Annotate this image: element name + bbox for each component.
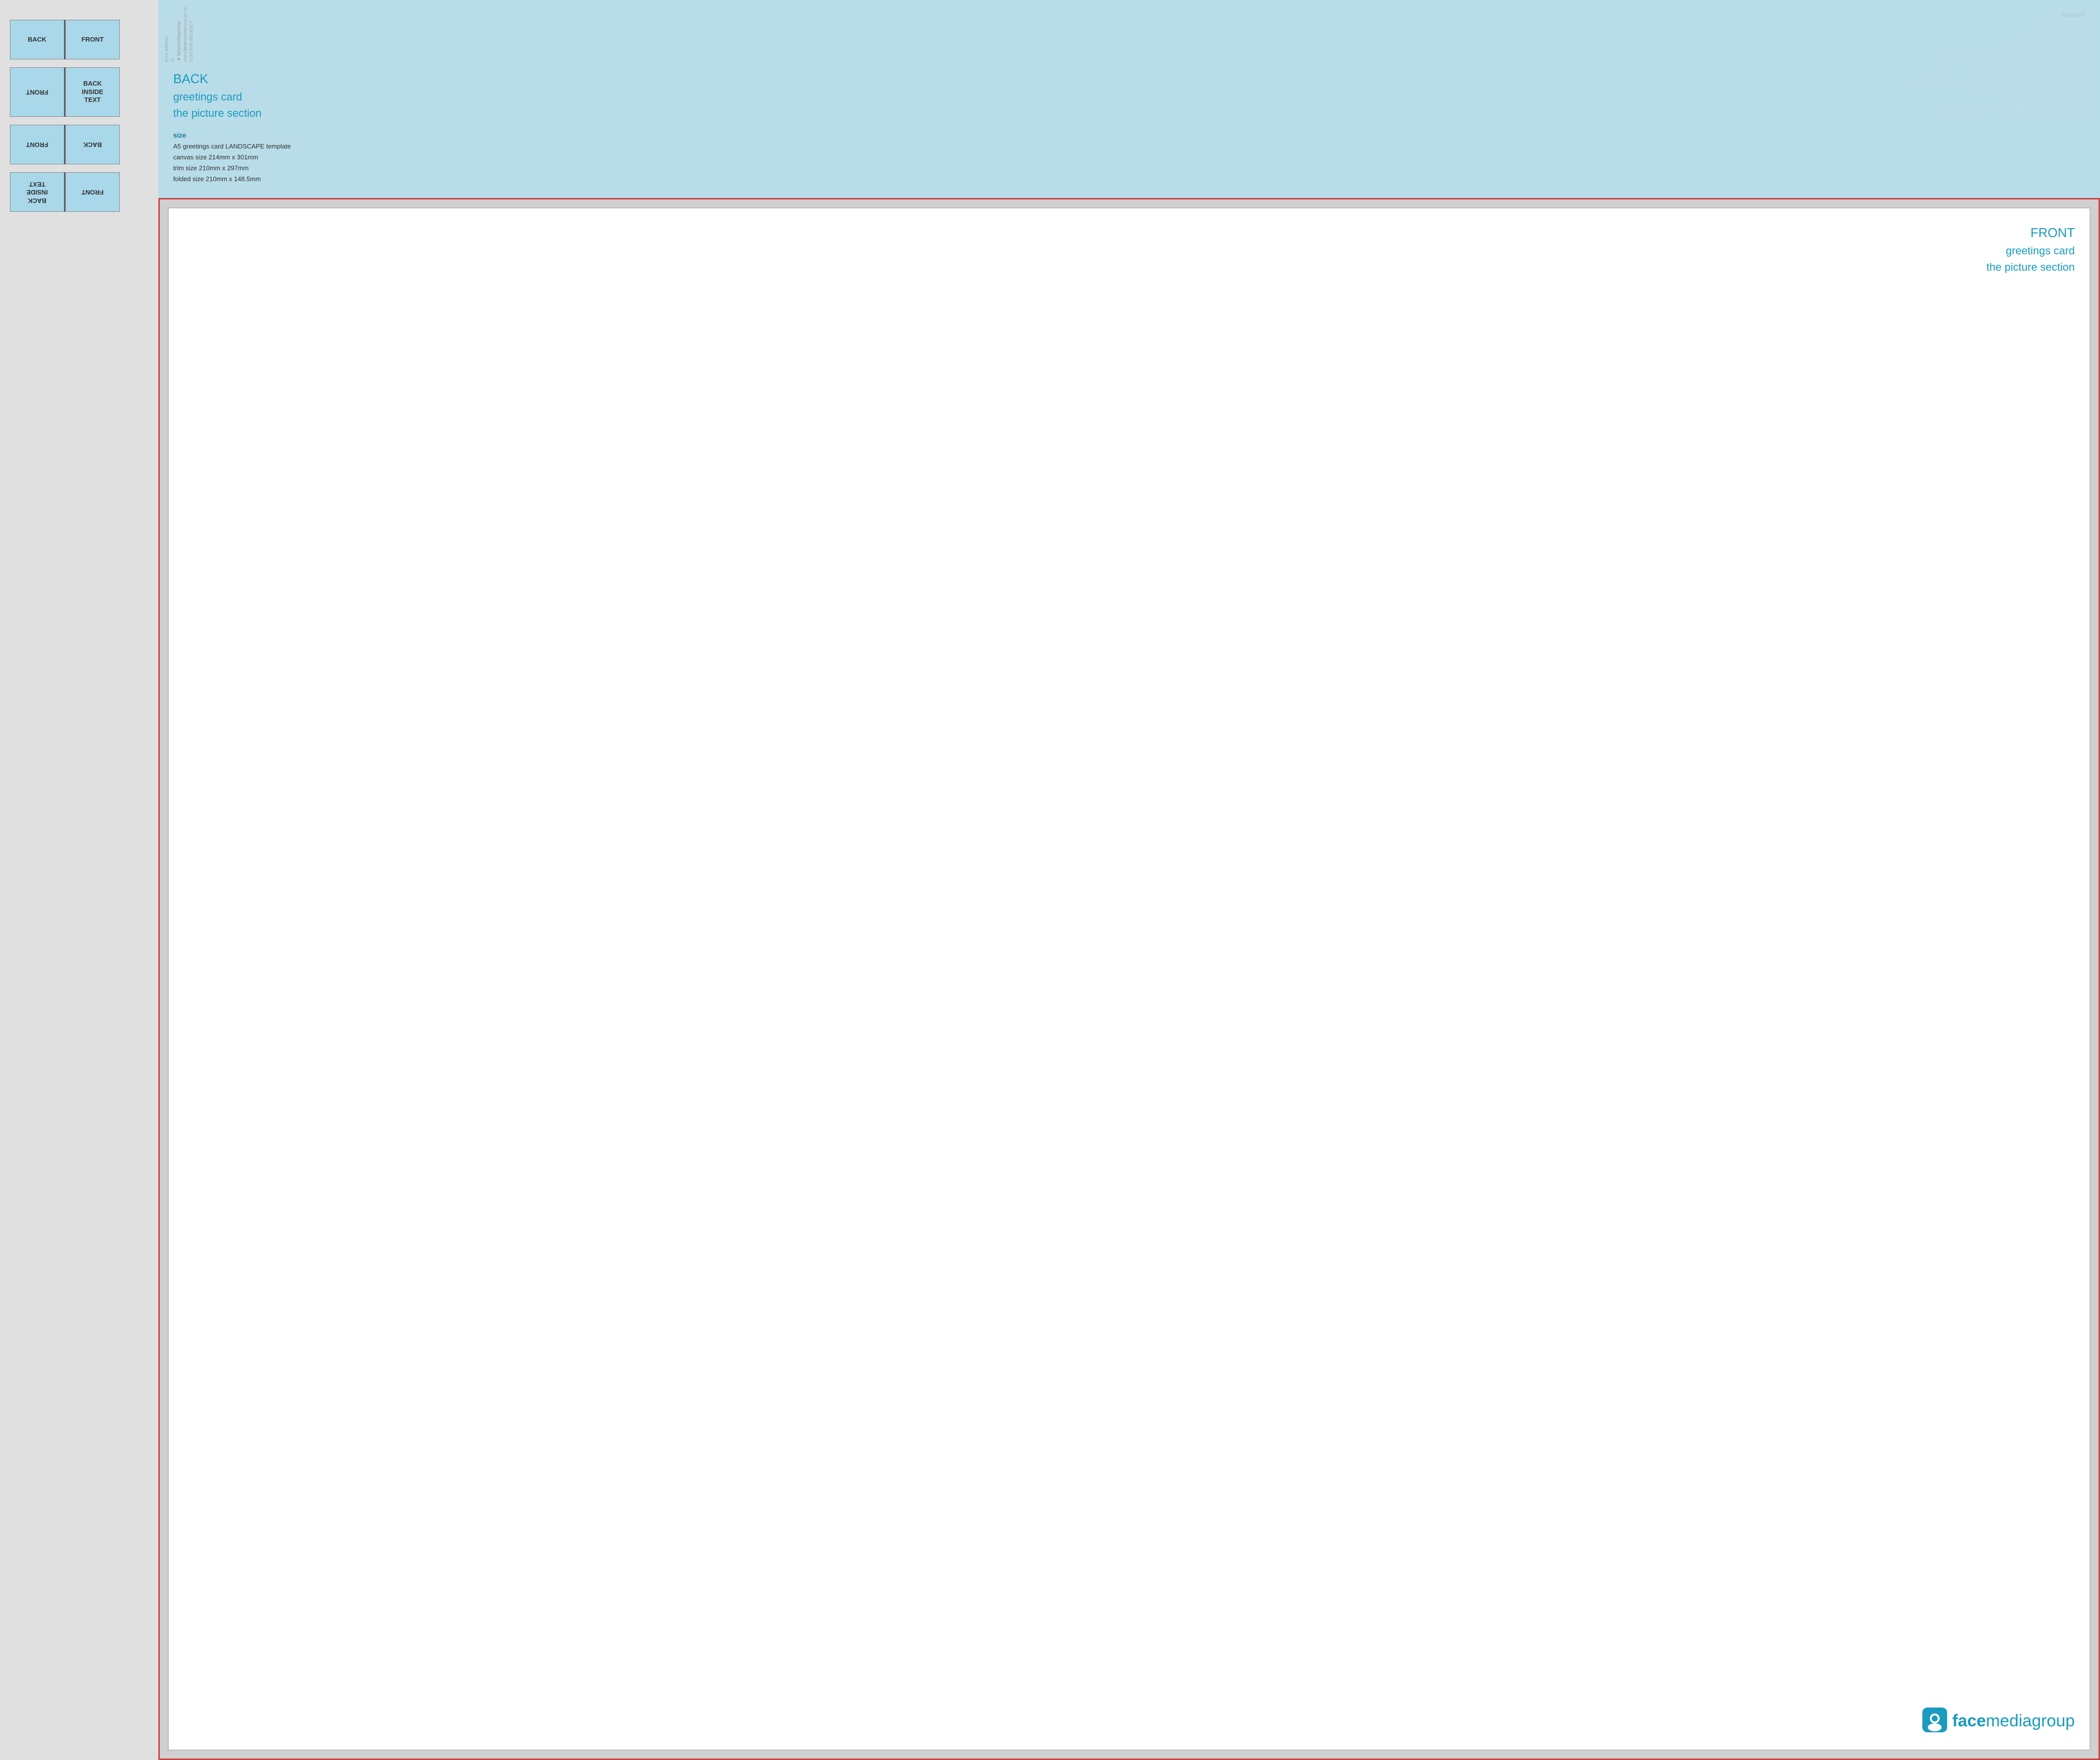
card-preview-area: FRONT greetings card the picture section [158,198,2100,1760]
left-panel: BACK FRONT FRONT BACK INSIDE TEXT FRONT … [0,0,158,1760]
branding-rotated: print address to ■ facemediagroup www.fa… [163,7,194,62]
info-area: print address to ■ facemediagroup www.fa… [158,0,2100,198]
thumbnail-row-1: BACK FRONT [10,20,148,59]
thumbnail-row-2: FRONT BACK INSIDE TEXT [10,67,148,117]
thumb-back-2: BACK [65,125,120,164]
card-greetings-label: greetings card [1986,243,2075,259]
logo-face: face [1952,1711,1986,1730]
size-title: size [173,131,2085,139]
card-preview: FRONT greetings card the picture section [168,207,2091,1751]
thumbnail-row-3: FRONT BACK [10,125,148,164]
card-preview-labels: FRONT greetings card the picture section [1986,223,2075,275]
card-picture-label: the picture section [1986,259,2075,275]
thumbnail-row-4: BACK INSIDE TEXT FRONT [10,172,148,212]
artwork-title: artwork [1918,10,2085,20]
info-labels: BACK greetings card the picture section [173,69,2085,121]
size-line-1: A5 greetings card LANDSCAPE template [173,141,2085,152]
size-section: size A5 greetings card LANDSCAPE templat… [173,131,2085,185]
logo-area: facemediagroup [1922,1708,2075,1735]
picture-section-label: the picture section [173,105,2085,121]
right-panel: print address to ■ facemediagroup www.fa… [158,0,2100,1760]
logo-media: mediagroup [1986,1711,2075,1730]
thumb-back-inside-2: BACK INSIDE TEXT [10,172,64,212]
thumb-back-1: BACK [10,20,64,59]
logo-text: facemediagroup [1952,1711,2075,1731]
back-section-label: BACK [173,69,2085,89]
size-line-3: trim size 210mm x 297mm [173,163,2085,174]
thumb-front-1: FRONT [65,20,120,59]
thumb-front-3: FRONT [10,125,64,164]
thumb-front-2: FRONT [10,67,64,117]
greetings-label: greetings card [173,89,2085,105]
size-line-4: folded size 210mm x 148.5mm [173,174,2085,185]
thumb-back-inside: BACK INSIDE TEXT [65,67,120,117]
face-logo-icon [1922,1708,1947,1735]
thumb-front-4: FRONT [65,172,120,212]
artwork-instructions: artwork Ideally a PICTURE should be the … [1918,10,2085,115]
front-label: FRONT [1986,223,2075,243]
size-line-2: canvas size 214mm x 301mm [173,152,2085,163]
